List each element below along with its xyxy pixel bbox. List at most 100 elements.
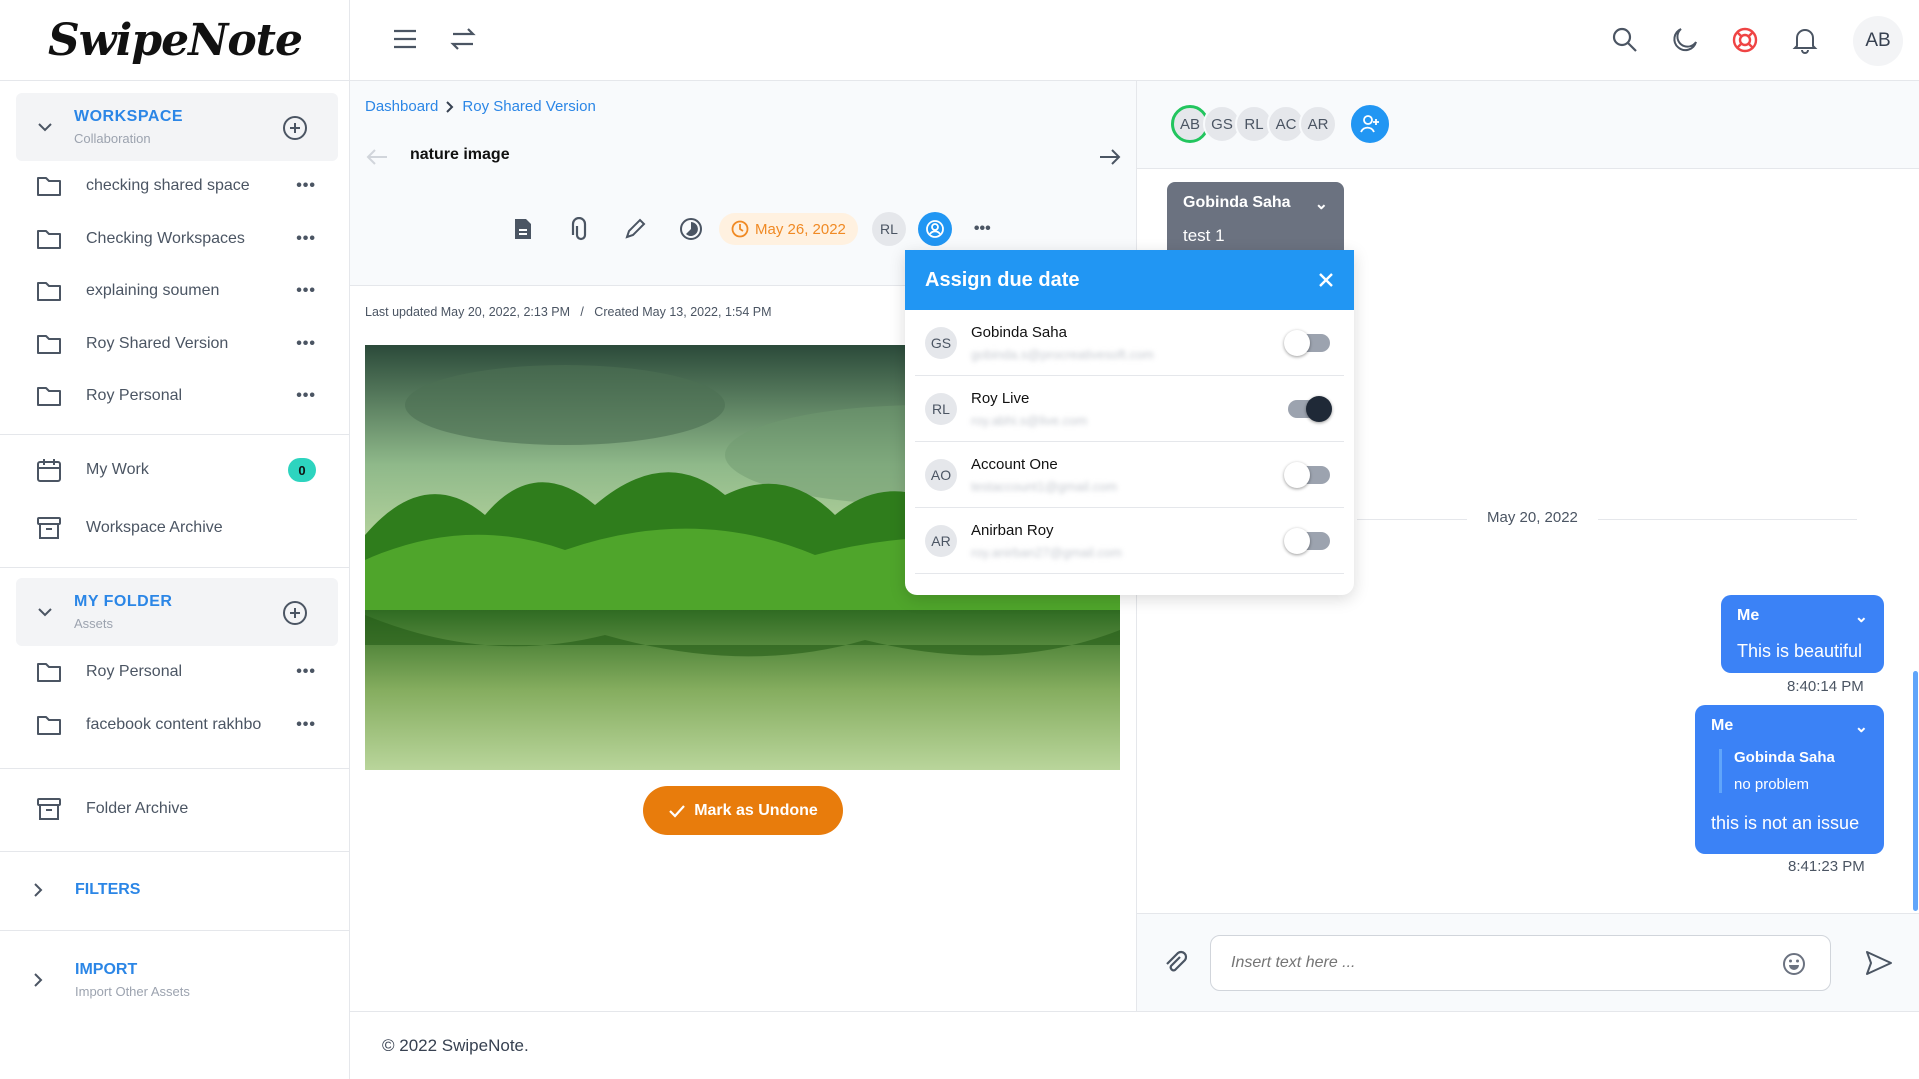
logo-text: SwipeNote [47, 14, 303, 66]
sidebar-folder-item[interactable]: Roy Personal ••• [36, 376, 316, 416]
check-icon [668, 804, 686, 818]
breadcrumb-current[interactable]: Roy Shared Version [462, 98, 595, 115]
more-options-button[interactable]: ••• [296, 387, 316, 405]
more-options-button[interactable]: ••• [296, 230, 316, 248]
sidebar-item-label: facebook content rakhbo [86, 716, 262, 733]
message-text: This is beautiful [1737, 641, 1863, 661]
add-workspace-icon[interactable] [282, 115, 308, 141]
user-name: Gobinda Saha [971, 323, 1067, 341]
notification-bell-icon[interactable] [1791, 26, 1819, 54]
assign-toggle[interactable] [1284, 329, 1330, 356]
date-divider: May 20, 2022 [1467, 509, 1598, 526]
search-icon[interactable] [1611, 26, 1639, 54]
assignee-row: GS Gobinda Saha gobinda.s@procreativesoft.… [915, 310, 1344, 376]
more-options-button[interactable]: ••• [296, 335, 316, 353]
workspace-section-header[interactable]: WORKSPACE Collaboration [16, 93, 338, 161]
sidebar-item-label: Roy Personal [86, 663, 183, 680]
user-email: roy.anirban27@gmail.com [971, 544, 1122, 560]
mark-as-undone-button[interactable]: Mark as Undone [643, 786, 843, 835]
chevron-down-icon[interactable]: ⌄ [1855, 717, 1868, 737]
member-avatar[interactable]: AR [1299, 105, 1337, 143]
assignee-avatar[interactable]: RL [871, 212, 906, 246]
sidebar-folder-item[interactable]: Roy Shared Version ••• [36, 324, 316, 364]
message-text: test 1 [1183, 226, 1225, 245]
assign-toggle[interactable] [1288, 395, 1332, 422]
breadcrumb-dashboard[interactable]: Dashboard [365, 98, 438, 115]
add-folder-icon[interactable] [282, 600, 308, 626]
folder-icon [36, 661, 86, 683]
forward-arrow-icon[interactable] [1098, 147, 1122, 167]
my-folder-section-header[interactable]: MY FOLDER Assets [16, 578, 338, 646]
assignee-row: AR Anirban Roy roy.anirban27@gmail.com [915, 508, 1344, 574]
emoji-icon[interactable] [1782, 952, 1806, 976]
document-icon[interactable] [495, 218, 551, 240]
folder-icon [36, 333, 86, 355]
sidebar-item-label: Roy Shared Version [86, 334, 229, 352]
more-options-button[interactable]: ••• [296, 282, 316, 300]
message-time: 8:41:23 PM [1788, 858, 1865, 875]
assign-toggle[interactable] [1284, 461, 1330, 488]
divider [0, 567, 350, 568]
sidebar-item-workspace-archive[interactable]: Workspace Archive [36, 508, 316, 548]
user-avatar: AR [925, 524, 957, 557]
popup-header: Assign due date [905, 250, 1354, 310]
assign-due-date-popup: Assign due date GS Gobinda Saha gobinda.s@… [905, 250, 1354, 595]
chat-message-input[interactable] [1210, 935, 1831, 991]
chat-scrollbar[interactable] [1913, 671, 1918, 911]
dark-mode-moon-icon[interactable] [1671, 26, 1699, 54]
sidebar-folder-item[interactable]: explaining soumen ••• [36, 271, 316, 311]
chevron-down-icon[interactable]: ⌄ [1315, 194, 1328, 214]
more-options-button[interactable]: ••• [296, 663, 316, 681]
footer: © 2022 SwipeNote. [350, 1011, 1919, 1079]
attachment-icon[interactable] [551, 217, 607, 241]
calendar-icon [36, 457, 86, 483]
sidebar-folder-item[interactable]: checking shared space ••• [36, 166, 316, 206]
menu-icon[interactable] [392, 26, 418, 52]
divider [0, 768, 350, 769]
more-options-button[interactable]: ••• [974, 220, 991, 238]
my-folder-title: MY FOLDER [74, 593, 173, 610]
folder-icon [36, 228, 86, 250]
assign-user-icon[interactable] [917, 212, 952, 246]
due-date-text: May 26, 2022 [755, 220, 846, 238]
sidebar-item-label: Roy Personal [86, 387, 183, 404]
add-member-icon[interactable] [1351, 105, 1389, 143]
user-name: Roy Live [971, 389, 1030, 407]
sidebar-folder-item[interactable]: Roy Personal ••• [36, 652, 316, 692]
sidebar-item-folder-archive[interactable]: Folder Archive [36, 789, 316, 829]
help-lifebuoy-icon[interactable] [1731, 26, 1759, 54]
chevron-down-icon[interactable]: ⌄ [1855, 607, 1868, 627]
folder-icon [36, 714, 86, 736]
attachment-icon[interactable] [1163, 950, 1189, 976]
send-icon[interactable] [1865, 950, 1893, 976]
folder-icon [36, 385, 86, 407]
message-author: Gobinda Saha [1183, 194, 1291, 211]
copyright: © 2022 SwipeNote. [382, 1036, 529, 1055]
sidebar-item-my-work[interactable]: My Work 0 [36, 450, 316, 490]
sidebar-item-label: Folder Archive [86, 800, 189, 817]
chat-message[interactable]: Me ⌄ This is beautiful [1721, 595, 1884, 673]
close-icon[interactable] [1318, 272, 1334, 288]
filters-section[interactable]: FILTERS [0, 870, 350, 910]
edit-pencil-icon[interactable] [607, 217, 663, 241]
sidebar-folder-item[interactable]: Checking Workspaces ••• [36, 219, 316, 259]
chat-message[interactable]: Me ⌄ Gobinda Saha no problem this is not … [1695, 705, 1884, 854]
import-section[interactable]: IMPORT Import Other Assets [0, 955, 350, 1005]
due-date-badge[interactable]: May 26, 2022 [719, 213, 858, 245]
divider [0, 930, 350, 931]
user-avatar: RL [925, 392, 957, 425]
swap-icon[interactable] [450, 26, 476, 52]
user-avatar[interactable]: AB [1853, 16, 1903, 66]
filters-label: FILTERS [75, 881, 141, 898]
user-avatar: GS [925, 326, 957, 359]
progress-icon[interactable] [663, 217, 719, 241]
assign-toggle[interactable] [1284, 527, 1330, 554]
more-options-button[interactable]: ••• [296, 177, 316, 195]
sidebar-folder-item[interactable]: facebook content rakhbo ••• [36, 705, 316, 745]
back-arrow-icon[interactable] [365, 147, 389, 167]
top-bar: AB [350, 0, 1919, 81]
message-author: Me [1711, 717, 1734, 734]
user-name: Anirban Roy [971, 521, 1054, 539]
logo[interactable]: SwipeNote [0, 0, 350, 81]
more-options-button[interactable]: ••• [296, 716, 316, 734]
